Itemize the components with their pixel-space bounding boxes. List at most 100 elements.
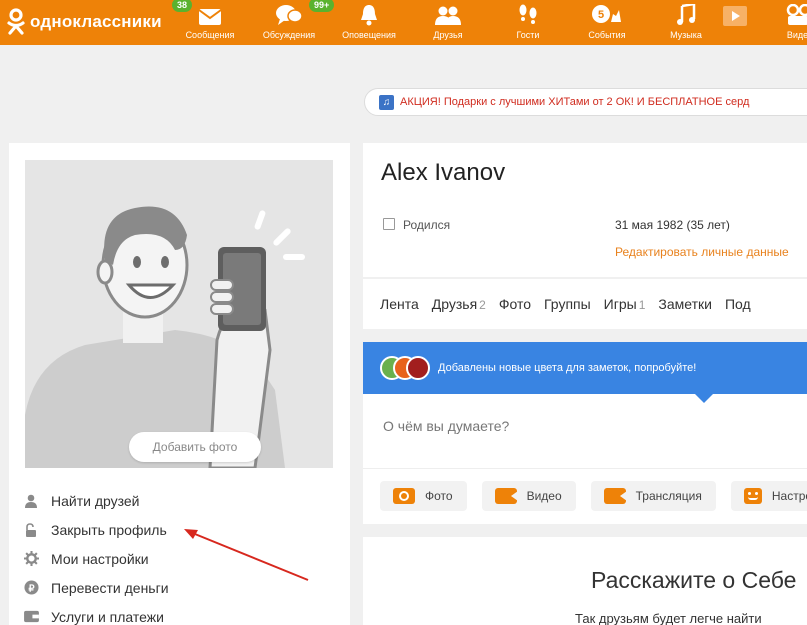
about-subtitle: Так друзьям будет легче найти bbox=[575, 611, 762, 625]
menu-transfer-money[interactable]: ₽ Перевести деньги bbox=[23, 573, 169, 602]
post-input[interactable]: О чём вы думаете? bbox=[383, 418, 509, 434]
wallet-icon bbox=[23, 609, 39, 625]
nav-play-button[interactable] bbox=[722, 0, 748, 45]
tab-feed[interactable]: Лента bbox=[380, 296, 419, 312]
bell-icon bbox=[334, 0, 404, 26]
discussions-badge: 99+ bbox=[309, 0, 335, 12]
nav-music[interactable]: Музыка bbox=[656, 0, 716, 45]
menu-label: Закрыть профиль bbox=[51, 521, 167, 538]
banner-pointer bbox=[695, 394, 713, 403]
menu-label: Перевести деньги bbox=[51, 579, 169, 596]
nav-label: Обсуждения bbox=[262, 30, 316, 40]
avatar-placeholder: Добавить фото bbox=[25, 160, 333, 468]
tab-label: Лента bbox=[380, 296, 419, 312]
tab-photos[interactable]: Фото bbox=[499, 296, 531, 312]
calendar-icon bbox=[383, 218, 395, 230]
tab-groups[interactable]: Группы bbox=[544, 296, 591, 312]
nav-label: Гости bbox=[516, 30, 540, 40]
menu-find-friends[interactable]: Найти друзей bbox=[23, 486, 169, 515]
person-icon bbox=[23, 493, 39, 509]
music-note-icon: ♫ bbox=[379, 94, 394, 110]
footprints-icon bbox=[498, 0, 558, 26]
video-camera-icon bbox=[494, 488, 518, 504]
nav-label: События bbox=[588, 30, 626, 40]
tab-count: 1 bbox=[638, 298, 646, 312]
nav-video[interactable]: Видео bbox=[770, 0, 807, 45]
nav-label: Оповещения bbox=[342, 30, 396, 40]
tab-label: Группы bbox=[544, 296, 591, 312]
action-label: Трансляция bbox=[635, 489, 702, 503]
tab-notes[interactable]: Заметки bbox=[658, 296, 712, 312]
action-label: Фото bbox=[425, 489, 453, 503]
music-note-icon bbox=[656, 0, 716, 26]
money-transfer-icon: ₽ bbox=[23, 580, 39, 596]
ok-logo-icon bbox=[6, 8, 26, 36]
gear-icon bbox=[23, 551, 39, 567]
events-icon: 5 bbox=[577, 0, 637, 26]
messages-badge: 38 bbox=[172, 0, 193, 12]
menu-label: Услуги и платежи bbox=[51, 608, 164, 625]
nav-label: Друзья bbox=[433, 30, 463, 40]
menu-label: Найти друзей bbox=[51, 492, 140, 509]
action-label: Видео bbox=[526, 489, 562, 503]
born-value: 31 мая 1982 (35 лет) bbox=[615, 218, 730, 232]
promo-text: АКЦИЯ! Подарки с лучшими ХИТами от 2 ОК!… bbox=[400, 96, 750, 108]
tab-gifts[interactable]: Под bbox=[725, 296, 751, 312]
tab-count: 2 bbox=[479, 298, 486, 312]
nav-label: Сообщения bbox=[185, 30, 235, 40]
nav-guests[interactable]: Гости bbox=[498, 0, 558, 45]
menu-my-settings[interactable]: Мои настройки bbox=[23, 544, 169, 573]
edit-personal-data-link[interactable]: Редактировать личные данные bbox=[615, 245, 789, 259]
site-logo[interactable]: одноклассники bbox=[6, 8, 162, 36]
banner-text: Добавлены новые цвета для заметок, попро… bbox=[438, 362, 697, 374]
people-icon bbox=[418, 0, 478, 26]
divider bbox=[363, 468, 807, 469]
live-stream-action-button[interactable]: Трансляция bbox=[590, 481, 716, 511]
profile-name: Alex Ivanov bbox=[381, 159, 506, 186]
add-photo-action-button[interactable]: Фото bbox=[380, 481, 467, 511]
add-photo-button[interactable]: Добавить фото bbox=[129, 432, 261, 462]
smiley-icon bbox=[743, 488, 762, 504]
promo-banner[interactable]: ♫ АКЦИЯ! Подарки с лучшими ХИТами от 2 О… bbox=[364, 88, 807, 116]
profile-card: Alex Ivanov Родился 31 мая 1982 (35 лет)… bbox=[363, 143, 807, 277]
svg-text:5: 5 bbox=[598, 9, 604, 21]
color-dots-icon bbox=[380, 356, 432, 380]
post-actions: Фото Видео Трансляция Настро bbox=[380, 481, 807, 511]
about-title: Расскажите о Себе bbox=[591, 567, 797, 593]
new-colors-banner[interactable]: Добавлены новые цвета для заметок, попро… bbox=[363, 342, 807, 394]
nav-discussions[interactable]: Обсуждения 99+ bbox=[254, 0, 335, 45]
born-label: Родился bbox=[403, 218, 451, 232]
annotation-arrow bbox=[184, 529, 309, 581]
action-label: Настро bbox=[771, 489, 807, 503]
video-icon bbox=[770, 0, 807, 26]
svg-text:₽: ₽ bbox=[28, 583, 34, 593]
tab-label: Заметки bbox=[658, 296, 712, 312]
mood-action-button[interactable]: Настро bbox=[730, 481, 807, 511]
menu-close-profile[interactable]: Закрыть профиль bbox=[23, 515, 169, 544]
tab-label: Фото bbox=[498, 296, 532, 312]
post-composer: Добавлены новые цвета для заметок, попро… bbox=[363, 342, 807, 524]
play-icon bbox=[722, 0, 748, 26]
menu-label: Мои настройки bbox=[51, 550, 149, 567]
camera-icon bbox=[393, 488, 415, 504]
about-yourself-card: Расскажите о Себе Так друзьям будет легч… bbox=[363, 537, 807, 625]
tab-label: Под bbox=[724, 296, 751, 312]
nav-label: Видео bbox=[786, 30, 807, 40]
top-navigation-bar: одноклассники Сообщения 38 Обсуждения 99… bbox=[0, 0, 807, 45]
nav-label: Музыка bbox=[670, 30, 702, 40]
tab-games[interactable]: Игры 1 bbox=[604, 296, 646, 312]
brand-name: одноклассники bbox=[30, 12, 162, 31]
nav-messages[interactable]: Сообщения 38 bbox=[172, 0, 242, 45]
selfie-illustration-icon bbox=[25, 206, 305, 468]
nav-notifications[interactable]: Оповещения bbox=[334, 0, 404, 45]
tab-label: Друзья bbox=[431, 296, 478, 312]
nav-friends[interactable]: Друзья bbox=[418, 0, 478, 45]
live-stream-icon bbox=[603, 488, 627, 504]
tab-label: Игры bbox=[603, 296, 637, 312]
unlock-icon bbox=[23, 522, 39, 538]
profile-tabs: Лента Друзья 2 Фото Группы Игры 1 Заметки … bbox=[363, 279, 807, 329]
tab-friends[interactable]: Друзья 2 bbox=[432, 296, 486, 312]
add-video-action-button[interactable]: Видео bbox=[481, 481, 576, 511]
nav-events[interactable]: 5 События bbox=[577, 0, 637, 45]
menu-services-payments[interactable]: Услуги и платежи bbox=[23, 602, 169, 625]
